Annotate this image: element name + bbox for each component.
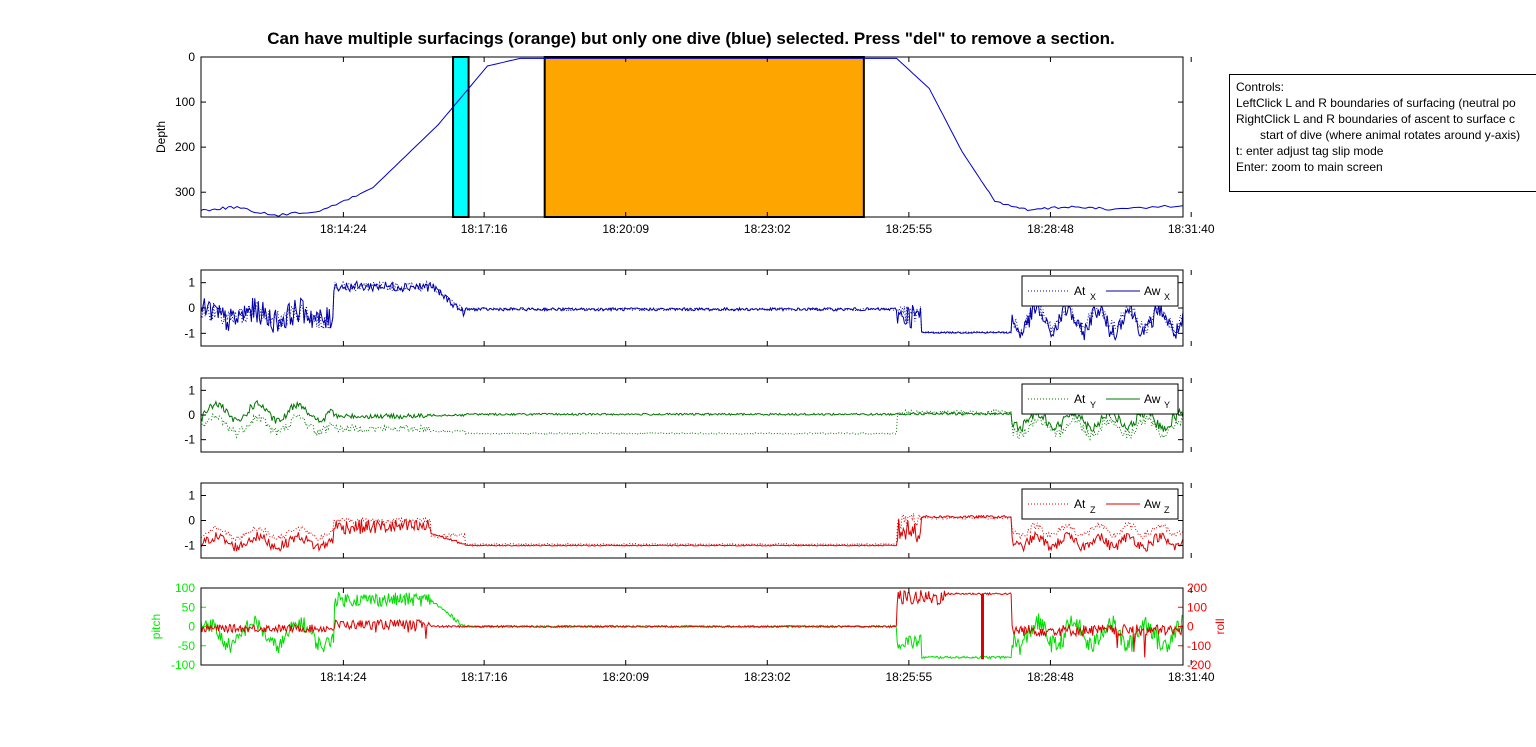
y-tick-label: 0: [188, 620, 195, 634]
y-tick-label: 1: [188, 489, 195, 503]
legend-at-sub: Y: [1090, 400, 1096, 410]
y-tick-label: -1: [184, 539, 195, 553]
acc-y-panel[interactable]: 10-1At Y Aw Y: [184, 377, 1192, 453]
pitch-roll-panel[interactable]: 100500-50-1002001000-100-20018:14:24 18:1…: [149, 581, 1227, 684]
controls-line: LeftClick L and R boundaries of surfacin…: [1236, 96, 1516, 110]
controls-box: Controls: LeftClick L and R boundaries o…: [1229, 74, 1536, 192]
x-tick-label: 18:20:09: [602, 670, 649, 684]
controls-line: t: enter adjust tag slip mode: [1236, 144, 1384, 158]
dive-region: [452, 56, 470, 218]
y-tick-label: 1: [188, 276, 195, 290]
y-tick-label: 0: [188, 514, 195, 528]
x-tick-label: 18:25:55: [885, 670, 932, 684]
legend: At Z Aw Z: [1021, 488, 1179, 520]
x-tick-label: 18:14:24: [320, 670, 367, 684]
y-tick-label-right: 200: [1187, 581, 1207, 595]
legend-aw-sub: Z: [1164, 505, 1170, 515]
legend-aw-label: Aw: [1144, 392, 1161, 406]
legend-aw-sub: Y: [1164, 400, 1170, 410]
y-tick-label: 200: [175, 140, 195, 154]
x-tick-label: 18:23:02: [744, 222, 791, 236]
legend-aw-sub: X: [1164, 292, 1170, 302]
legend: At Y Aw Y: [1021, 383, 1179, 415]
y-axis-label-right: roll: [1213, 618, 1227, 634]
y-axis-label: Depth: [154, 121, 168, 153]
legend: At X Aw X: [1021, 275, 1179, 307]
depth-panel[interactable]: 0 100 200 300 18:14:24 18:17:16 18:20:09 18:23:…: [154, 50, 1215, 236]
x-tick-label: 18:23:02: [744, 670, 791, 684]
x-tick-label: 18:17:16: [461, 670, 508, 684]
controls-line: Enter: zoom to main screen: [1236, 160, 1383, 174]
y-tick-label: -50: [178, 639, 196, 653]
x-tick-label: 18:28:48: [1027, 670, 1074, 684]
y-tick-label-right: -100: [1187, 639, 1211, 653]
x-tick-label: 18:28:48: [1027, 222, 1074, 236]
y-tick-label: 50: [182, 600, 196, 614]
controls-line: RightClick L and R boundaries of ascent …: [1236, 112, 1516, 126]
y-tick-label: 0: [188, 50, 195, 64]
x-tick-label: 18:20:09: [602, 222, 649, 236]
controls-line: start of dive (where animal rotates arou…: [1260, 128, 1521, 142]
x-tick-label: 18:31:40: [1168, 670, 1215, 684]
legend-at-sub: X: [1090, 292, 1096, 302]
acc-z-panel[interactable]: 10-1At Z Aw Z: [184, 482, 1192, 559]
x-tick-label: 18:14:24: [320, 222, 367, 236]
y-tick-label: -1: [184, 326, 195, 340]
acc-x-panel[interactable]: 10-1At X Aw X: [184, 269, 1192, 347]
legend-aw-label: Aw: [1144, 497, 1161, 511]
controls-heading: Controls:: [1236, 80, 1285, 94]
x-tick-label: 18:31:40: [1168, 222, 1215, 236]
y-axis-label: pitch: [149, 614, 163, 639]
legend-at-label: At: [1074, 392, 1086, 406]
legend-at-sub: Z: [1090, 505, 1096, 515]
y-tick-label: 0: [188, 301, 195, 315]
y-tick-label: 100: [175, 581, 195, 595]
legend-aw-label: Aw: [1144, 284, 1161, 298]
y-tick-label: -1: [184, 433, 195, 447]
legend-at-label: At: [1074, 497, 1086, 511]
y-tick-label-right: 0: [1187, 620, 1194, 634]
x-tick-label: 18:17:16: [461, 222, 508, 236]
surfacing-region: [543, 56, 865, 218]
y-tick-label: 0: [188, 408, 195, 422]
y-tick-label-right: 100: [1187, 600, 1207, 614]
legend-at-label: At: [1074, 284, 1086, 298]
y-tick-label: -100: [171, 658, 195, 672]
x-tick-label: 18:25:55: [885, 222, 932, 236]
y-tick-label: 100: [175, 95, 195, 109]
y-tick-label: 300: [175, 185, 195, 199]
y-tick-label: 1: [188, 383, 195, 397]
